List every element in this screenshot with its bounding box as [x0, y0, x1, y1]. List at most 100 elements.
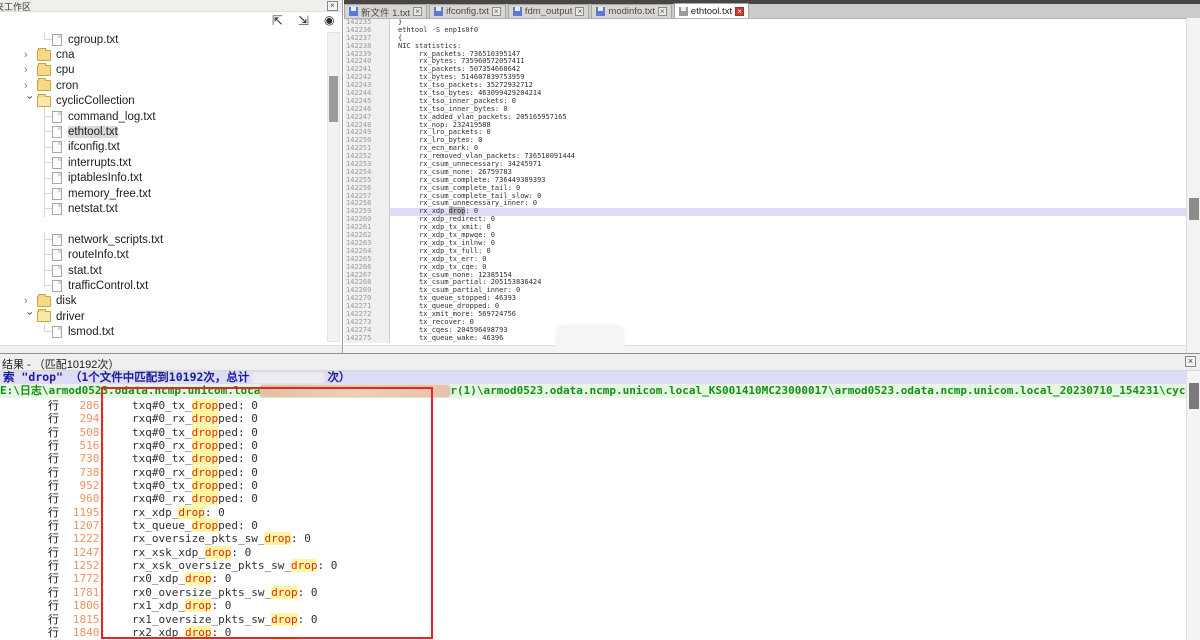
close-tab-icon[interactable]: × [492, 7, 501, 16]
match-pre: txq#0_tx_ [132, 452, 192, 465]
tree-item-lsmod.txt[interactable]: lsmod.txt [0, 324, 326, 339]
tree-item-interrupts.txt[interactable]: interrupts.txt [0, 155, 326, 170]
tab-label: ifconfig.txt [446, 6, 489, 17]
tree-hscrollbar[interactable] [0, 345, 343, 353]
close-tab-icon[interactable]: × [413, 7, 422, 16]
tree-item-routeInfo.txt[interactable]: routeInfo.txt [0, 247, 326, 262]
match-pre: rx_xdp_ [132, 506, 178, 519]
result-row[interactable]: 行738:rxq#0_rx_dropped: 0 [0, 465, 1186, 478]
locate-file-icon[interactable]: ◉ [324, 13, 334, 27]
match-highlight: drop [271, 586, 298, 599]
match-post: : 0 [211, 599, 231, 612]
chevron-right-icon[interactable]: › [24, 50, 37, 60]
close-tab-icon[interactable]: × [735, 7, 744, 16]
result-line-number: 738: [62, 466, 106, 479]
tree-item-cron[interactable]: ›cron [0, 78, 326, 93]
chevron-right-icon[interactable]: › [24, 296, 37, 306]
match-pre: rxq#0_rx_ [132, 412, 192, 425]
result-row[interactable]: 行1252:rx_xsk_oversize_pkts_sw_drop: 0 [0, 558, 1186, 571]
tree-item-memory_free.txt[interactable]: memory_free.txt [0, 186, 326, 201]
result-row[interactable]: 行952:txq#0_tx_dropped: 0 [0, 478, 1186, 491]
close-tab-icon[interactable]: × [575, 7, 584, 16]
expand-all-icon[interactable]: ⇱ [272, 13, 283, 29]
tree-item-netstat.txt[interactable]: netstat.txt [0, 201, 326, 216]
match-highlight: drop [192, 452, 219, 465]
tab-modinfo.txt[interactable]: modinfo.txt× [591, 4, 671, 18]
match-post: ped: 0 [218, 452, 258, 465]
result-row[interactable]: 行960:rxq#0_rx_dropped: 0 [0, 491, 1186, 504]
tree-item-iptablesInfo.txt[interactable]: iptablesInfo.txt [0, 171, 326, 186]
result-row[interactable]: 行1195:rx_xdp_drop: 0 [0, 505, 1186, 518]
result-row[interactable]: 行1781:rx0_oversize_pkts_sw_drop: 0 [0, 585, 1186, 598]
tree-item-stat.txt[interactable]: stat.txt [0, 263, 326, 278]
tree-item-cgroup.txt[interactable]: cgroup.txt [0, 32, 326, 47]
save-icon [434, 7, 443, 16]
tree-item-label: routeInfo.txt [68, 249, 129, 261]
tree-vscroll-thumb[interactable] [329, 76, 338, 122]
tree-item-label: memory_free.txt [68, 188, 151, 200]
workspace-panel: 夹工作区 × ⇱ ⇲ ◉ cgroup.txt›cna›cpu›cron›cyc… [0, 0, 343, 353]
result-line-number: 1195: [62, 506, 106, 519]
chevron-right-icon[interactable]: › [24, 81, 37, 91]
editor-line-text: tx_recover: 0 [390, 319, 1186, 327]
match-pre: rxq#0_rx_ [132, 466, 192, 479]
close-tab-icon[interactable]: × [658, 7, 667, 16]
editor-hscrollbar[interactable] [344, 345, 1186, 353]
tree-item-driver[interactable]: ›driver [0, 309, 326, 324]
tree-item-trafficControl.txt[interactable]: trafficControl.txt [0, 278, 326, 293]
result-row[interactable]: 行516:rxq#0_rx_dropped: 0 [0, 438, 1186, 451]
tree-item-label: iptablesInfo.txt [68, 172, 142, 184]
tab-ifconfig.txt[interactable]: ifconfig.txt× [429, 4, 506, 18]
file-icon [52, 111, 62, 123]
match-pre: rxq#0_rx_ [132, 439, 192, 452]
result-row[interactable]: 行286:txq#0_tx_dropped: 0 [0, 398, 1186, 411]
tree-item-ethtool.txt[interactable]: ethtool.txt [0, 124, 326, 139]
result-row[interactable]: 行730:txq#0_tx_dropped: 0 [0, 451, 1186, 464]
search-summary[interactable]: 索 "drop" （1个文件中匹配到10192次，总计次） [0, 371, 1200, 384]
result-file-path[interactable]: E:\日志\armod0523.odata.ncmp.unicom.locar(… [0, 384, 1200, 398]
tab-新文件 1.txt[interactable]: 新文件 1.txt× [344, 4, 427, 18]
results-vscroll-thumb[interactable] [1189, 383, 1199, 409]
tree-item-command_log.txt[interactable]: command_log.txt [0, 109, 326, 124]
result-line-number: 1815: [62, 613, 106, 626]
tree-item-cyclicCollection[interactable]: ›cyclicCollection [0, 94, 326, 109]
match-post: ped: 0 [218, 412, 258, 425]
tree-item-disk[interactable]: ›disk [0, 294, 326, 309]
editor-line-text: rx_csum_unnecessary_inner: 0 [390, 200, 1186, 208]
editor-pane[interactable]: 142235}142236ethtool -S enp1s0f0142237{1… [344, 19, 1186, 345]
tree-item-network_scripts.txt[interactable]: network_scripts.txt [0, 232, 326, 247]
tree-item-label: netstat.txt [68, 203, 118, 215]
result-row[interactable]: 行294:rxq#0_rx_dropped: 0 [0, 411, 1186, 424]
tab-ethtool.txt[interactable]: ethtool.txt× [674, 3, 749, 18]
result-row[interactable]: 行1815:rx1_oversize_pkts_sw_drop: 0 [0, 612, 1186, 625]
result-match-text: txq#0_tx_dropped: 0 [132, 426, 258, 439]
tree-vscrollbar[interactable] [327, 32, 340, 342]
chevron-right-icon[interactable]: › [24, 65, 37, 75]
match-post: ped: 0 [218, 426, 258, 439]
result-row[interactable]: 行1806:rx1_xdp_drop: 0 [0, 598, 1186, 611]
file-icon [52, 249, 62, 261]
editor-text: rx_xdp_ [398, 207, 449, 215]
collapse-all-icon[interactable]: ⇲ [298, 13, 309, 29]
tree-item-ifconfig.txt[interactable]: ifconfig.txt [0, 140, 326, 155]
result-row[interactable]: 行508:txq#0_tx_dropped: 0 [0, 425, 1186, 438]
result-row[interactable]: 行1247:rx_xsk_xdp_drop: 0 [0, 545, 1186, 558]
editor-vscrollbar[interactable] [1186, 18, 1200, 353]
result-row[interactable]: 行1222:rx_oversize_pkts_sw_drop: 0 [0, 531, 1186, 544]
result-row[interactable]: 行1840:rx2_xdp_drop: 0 [0, 625, 1186, 638]
editor-vscroll-thumb[interactable] [1189, 198, 1199, 220]
tree-item-cna[interactable]: ›cna [0, 47, 326, 62]
workspace-close-icon[interactable]: × [327, 1, 338, 11]
tree-item-cpu[interactable]: ›cpu [0, 63, 326, 78]
editor-line-text: tx_cqes: 204596498793 [390, 327, 1186, 335]
result-row[interactable]: 行1772:rx0_xdp_drop: 0 [0, 571, 1186, 584]
match-highlight: drop [264, 532, 291, 545]
result-row[interactable]: 行1207:tx_queue_dropped: 0 [0, 518, 1186, 531]
results-close-icon[interactable]: × [1185, 356, 1196, 367]
tab-fdm_output[interactable]: fdm_output× [508, 4, 590, 18]
chevron-down-icon[interactable]: › [25, 96, 35, 107]
results-vscrollbar[interactable] [1186, 371, 1200, 640]
result-match-text: txq#0_tx_dropped: 0 [132, 452, 258, 465]
chevron-down-icon[interactable]: › [25, 311, 35, 322]
file-icon [52, 234, 62, 246]
